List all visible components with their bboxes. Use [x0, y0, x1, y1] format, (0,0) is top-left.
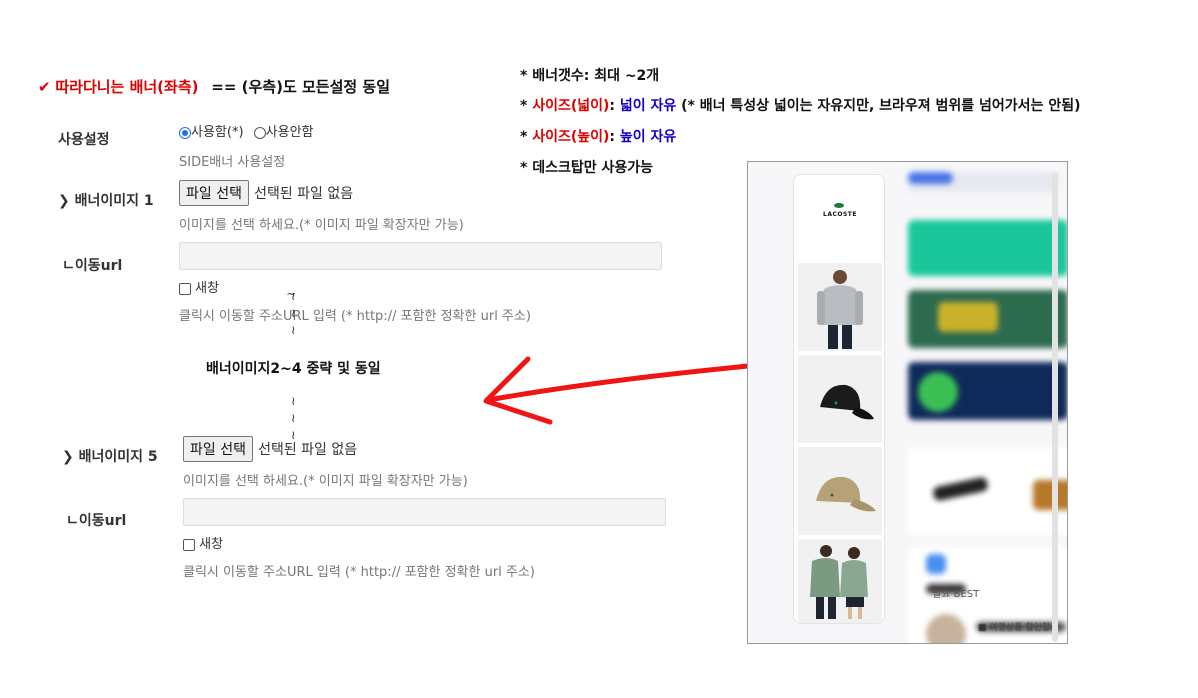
beige-cap-icon — [816, 476, 876, 512]
brand-logo-tile[interactable]: LACOSTE — [798, 181, 882, 259]
chevron-right-icon: ❯ — [58, 193, 70, 209]
banner1-file-row: 파일 선택 선택된 파일 없음 — [179, 180, 353, 206]
note-desktop: * 데스크탑만 사용가능 — [520, 160, 653, 176]
black-cap-icon — [820, 384, 874, 420]
omitted-banners-text: 배너이미지2~4 중략 및 동일 — [206, 361, 381, 377]
squiggle-mark: ≀ — [291, 394, 296, 408]
hoodie-model-icon — [817, 270, 863, 349]
product-black-cap-tile[interactable] — [798, 355, 882, 443]
banner5-new-window-label[interactable]: 새창 — [199, 537, 223, 552]
squiggle-mark: ≀ — [291, 289, 296, 303]
note-width-value: 넓이 자유 — [619, 98, 677, 114]
note-height-prefix: * — [520, 129, 533, 145]
banner5-url-label: ㄴ이동url — [66, 513, 127, 529]
banner5-new-window-checkbox[interactable] — [183, 538, 195, 551]
squiggle-column-top: ≀ ≀ ≀ — [291, 288, 296, 339]
section-header: ✔ 따라다니는 배너(좌측) == (우측)도 모든설정 동일 — [38, 76, 390, 97]
banner5-label: 배너이미지 5 — [78, 449, 158, 465]
use-off-radio[interactable] — [253, 126, 266, 139]
product-couple-tile[interactable] — [798, 539, 882, 623]
preview-scrollbar[interactable] — [1052, 172, 1058, 642]
note-count: * 배너갯수: 최대 ~2개 — [520, 68, 660, 84]
note-height-value: 높이 자유 — [619, 129, 677, 145]
note-width-prefix: * — [520, 98, 533, 114]
chevron-right-icon: ❯ — [62, 449, 74, 465]
banner5-file-help: 이미지를 선택 하세요.(* 이미지 파일 확장자만 가능) — [183, 474, 468, 489]
banner1-file-button[interactable]: 파일 선택 — [179, 180, 249, 206]
note-height: * 사이즈(높이): 높이 자유 — [520, 126, 676, 146]
banner1-new-window: 새창 — [179, 277, 219, 296]
product-beige-cap-tile[interactable] — [798, 447, 882, 535]
preview-screenshot: 필요 BEST LACOSTE ■ 여행상품 할인할레 — [747, 161, 1068, 644]
use-off-label[interactable]: 사용안함 — [266, 125, 314, 140]
section-subtitle: == (우측)도 모든설정 동일 — [211, 78, 390, 96]
banner1-url-help: 클릭시 이동할 주소URL 입력 (* http:// 포함한 정확한 url … — [179, 309, 531, 324]
use-setting-help: SIDE배너 사용설정 — [179, 155, 286, 170]
brand-logo-text: LACOSTE — [823, 211, 857, 218]
note-width: * 사이즈(넓이): 넓이 자유 (* 배너 특성상 넓이는 자유지만, 브라우… — [520, 95, 1080, 115]
use-setting-label: 사용설정 — [58, 132, 110, 148]
banner1-label-row: ❯ 배너이미지 1 — [58, 190, 154, 210]
preview-blurred-caption: ■ 여행상품 할인할레 — [978, 623, 1059, 633]
preview-blurred-label: 필요 BEST — [932, 589, 980, 600]
banner5-label-row: ❯ 배너이미지 5 — [62, 446, 158, 466]
banner5-file-row: 파일 선택 선택된 파일 없음 — [183, 436, 357, 462]
side-banner-preview[interactable]: LACOSTE — [793, 174, 885, 624]
squiggle-mark: ≀ — [291, 411, 296, 425]
banner5-url-input[interactable] — [183, 498, 666, 526]
use-on-label[interactable]: 사용함(*) — [191, 125, 244, 140]
banner1-url-input[interactable] — [179, 242, 662, 270]
banner1-file-help: 이미지를 선택 하세요.(* 이미지 파일 확장자만 가능) — [179, 218, 464, 233]
banner1-label: 배너이미지 1 — [74, 193, 154, 209]
note-width-key: 사이즈(넓이) — [532, 98, 610, 114]
product-hoodie-tile[interactable] — [798, 263, 882, 351]
banner1-new-window-checkbox[interactable] — [179, 282, 191, 295]
note-height-key: 사이즈(높이) — [532, 129, 610, 145]
banner1-new-window-label[interactable]: 새창 — [195, 281, 219, 296]
squiggle-mark: ≀ — [291, 306, 296, 320]
check-icon: ✔ — [38, 78, 51, 96]
use-setting-options: 사용함(*) 사용안함 — [179, 121, 314, 140]
squiggle-mark: ≀ — [291, 323, 296, 337]
banner5-new-window: 새창 — [183, 533, 223, 552]
section-title: 따라다니는 배너(좌측) — [55, 78, 199, 96]
croc-logo-icon — [834, 203, 844, 208]
note-height-colon: : — [609, 129, 620, 145]
note-width-tail: (* 배너 특성상 넓이는 자유지만, 브라우져 범위를 넘어가서는 안됨) — [676, 98, 1081, 114]
banner1-file-status: 선택된 파일 없음 — [254, 186, 354, 202]
use-on-radio[interactable] — [179, 126, 191, 139]
banner1-url-label: ㄴ이동url — [62, 258, 123, 274]
note-width-colon: : — [609, 98, 620, 114]
banner5-file-status: 선택된 파일 없음 — [258, 442, 358, 458]
couple-models-icon — [810, 545, 868, 619]
banner5-url-help: 클릭시 이동할 주소URL 입력 (* http:// 포함한 정확한 url … — [183, 565, 535, 580]
banner5-file-button[interactable]: 파일 선택 — [183, 436, 253, 462]
